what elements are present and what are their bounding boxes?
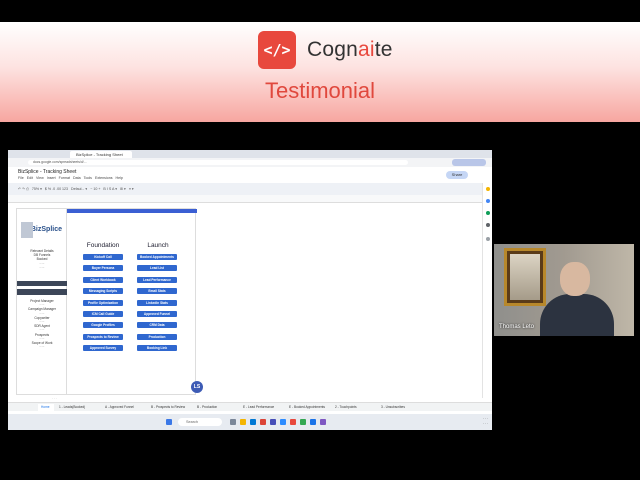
menu-bar[interactable]: File Edit View Insert Format Data Tools … [18,176,123,180]
sheet-sidebar: BizSplice Relevant Details DB Funnels Book… [17,209,67,394]
brand-prefix: Cogn [307,38,359,61]
foundation-button[interactable]: Google Profiles [83,322,123,329]
launch-button[interactable]: CRM Data [137,322,177,329]
sheet-tab[interactable]: 3 - Unsubscribes [378,404,422,411]
taskview-icon[interactable] [230,419,236,425]
app-icon[interactable] [310,419,316,425]
foundation-heading: Foundation [86,242,120,249]
sheet-tab[interactable]: Home [38,404,54,411]
participant-head [560,262,590,296]
app-icon[interactable] [320,419,326,425]
launch-button[interactable]: Email Stats [137,288,177,295]
extension-button[interactable] [452,159,486,166]
explorer-icon[interactable] [240,419,246,425]
browser-urlbar: docs.google.com/spreadsheets/d/... [8,158,492,167]
foundation-button[interactable]: Client Workbook [83,276,123,283]
foundation-button[interactable]: Buyer Persona [83,265,123,272]
sheet-tab[interactable]: B - Production [194,404,238,411]
foundation-button[interactable]: Prospects to Review [83,333,123,340]
zoom-icon[interactable] [280,419,286,425]
add-icon[interactable] [486,237,490,241]
sheet-tabs-bar: Home 1 - Leads(Booked) A - Approved Funnel… [8,402,492,411]
notice-text: · · · [52,396,57,400]
tasks-icon[interactable] [486,199,490,203]
sheets-toolbar: ↶ ↷ ⎙ 75% ▾ $ % .0 .00 123 Defaul... ▾ −… [8,183,492,195]
foundation-button[interactable]: ICM Call Guide [83,311,123,317]
bizsplice-logo: BizSplice [20,221,64,239]
chrome-icon[interactable] [260,419,266,425]
launch-button[interactable]: Lead Performance [137,276,177,283]
address-bar[interactable]: docs.google.com/spreadsheets/d/... [28,160,408,165]
launch-button[interactable]: Production [137,333,177,340]
edge-icon[interactable] [250,419,256,425]
sheet-tab[interactable]: A - Approved Funnel [102,404,146,411]
shared-screen: BizSplice - Tracking Sheet docs.google.c… [8,150,492,430]
sheet-tab[interactable]: 2 - Touchpoints [332,404,376,411]
calendar-icon[interactable] [486,211,490,215]
foundation-button[interactable]: Approved Survey [83,345,123,352]
sidebar-divider [17,289,67,295]
launch-button[interactable]: Approved Funnel [137,311,177,317]
teams-icon[interactable] [270,419,276,425]
foundation-button[interactable]: Kickoff Call [83,254,123,260]
ls-avatar[interactable]: LS [191,381,203,393]
app-icon[interactable] [290,419,296,425]
sheet-tab[interactable]: 1 - Leads(Booked) [56,404,100,411]
sidebar-divider [17,281,67,286]
doc-title[interactable]: BizSplice - Tracking Sheet [18,169,76,175]
sheet-tab[interactable]: B - Prospects to Review [148,404,192,411]
sheets-header: BizSplice - Tracking Sheet File Edit Vie… [8,167,492,183]
sheet-tab[interactable]: E - Lead Performance [240,404,284,411]
browser-tabbar: BizSplice - Tracking Sheet [8,150,492,158]
browser-tab[interactable]: BizSplice - Tracking Sheet [70,151,132,158]
brand-ai: ai [358,38,375,61]
launch-button[interactable]: Lead List [137,265,177,272]
framed-picture [504,248,546,306]
foundation-button[interactable]: Messaging Scripts [83,288,123,295]
testimonial-banner: </> Cognaite Testimonial [0,22,640,122]
contacts-icon[interactable] [486,223,490,227]
app-icon[interactable] [300,419,306,425]
launch-button[interactable]: LinkedIn Stats [137,299,177,306]
picture-art [510,254,540,300]
client-info: Relevant Details DB Funnels Booked · · · · ·… [30,249,54,270]
windows-taskbar: Search · · · · · · [8,414,492,430]
cognaite-logo-icon: </> [258,31,296,69]
column-header [8,195,492,203]
logo-glyph: </> [263,41,291,59]
launch-button[interactable]: Booked Appointments [137,254,177,260]
brand-name: Cognaite [307,38,393,62]
launch-button[interactable]: Booking Link [137,345,177,352]
participant-body [540,294,614,336]
share-button[interactable]: Share [446,171,468,179]
start-icon[interactable] [166,419,172,425]
brand-suffix: te [374,38,393,61]
banner-subtitle: Testimonial [264,78,376,103]
participant-name: Thomas Leto [499,324,535,330]
webcam-tile: Thomas Leto [494,244,634,336]
keep-icon[interactable] [486,187,490,191]
right-side-panel [482,183,492,398]
taskbar-search[interactable]: Search [178,418,222,426]
launch-heading: Launch [147,242,169,249]
taskbar-clock: · · · · · · [483,417,488,426]
foundation-button[interactable]: Profile Optimization [83,299,123,306]
toolbar-icons[interactable]: ↶ ↷ ⎙ 75% ▾ $ % .0 .00 123 Defaul... ▾ −… [18,187,134,191]
sidebar-details: Project Manager · · · Campaign Manager · · … [28,299,56,350]
sheet-tab[interactable]: E - Booked Appointments [286,404,330,411]
spreadsheet-grid: BizSplice Relevant Details DB Funnels Book… [16,208,203,395]
